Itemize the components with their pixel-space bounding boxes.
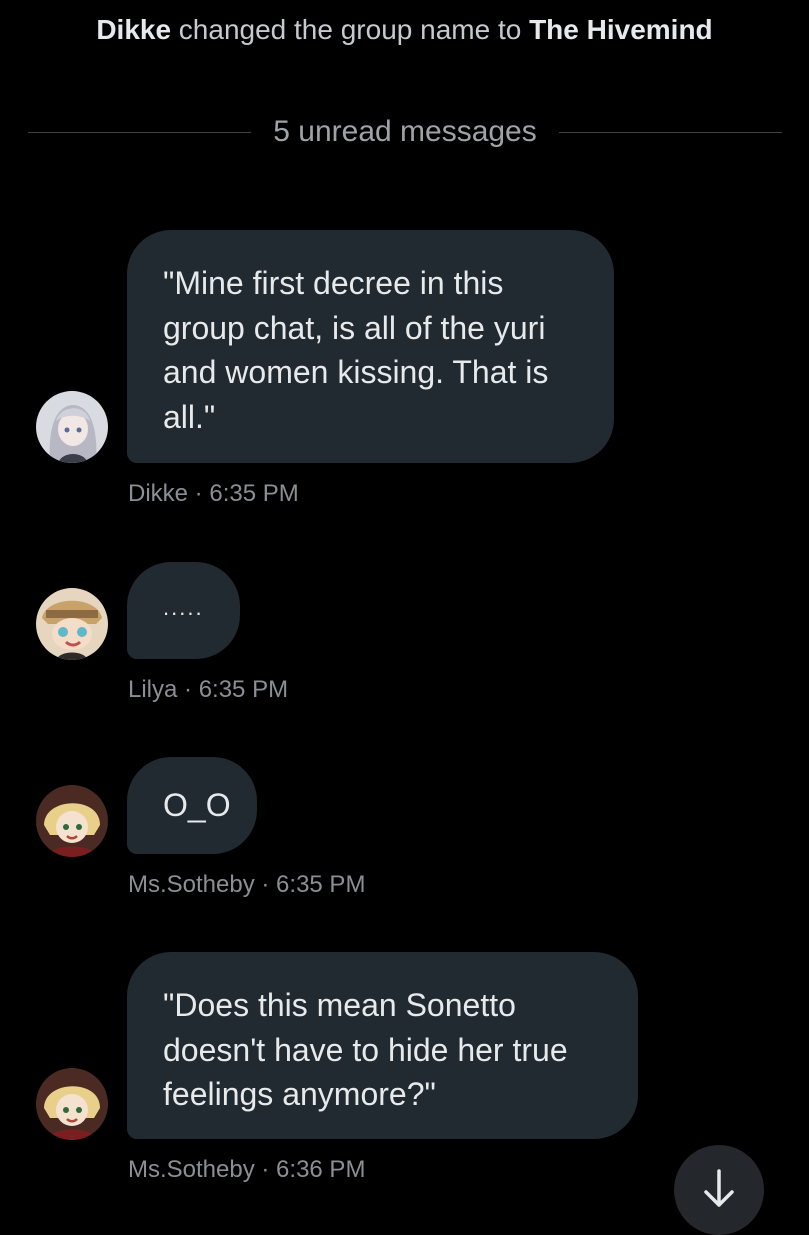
avatar-dikke[interactable] (36, 391, 108, 463)
message-bubble[interactable]: ..... (127, 562, 240, 659)
system-action: changed the group name to (171, 14, 530, 45)
message-bubble[interactable]: O_O (127, 757, 257, 854)
message-bubble[interactable]: "Does this mean Sonetto doesn't have to … (127, 952, 638, 1139)
message-text: "Mine first decree in this group chat, i… (163, 265, 549, 435)
message-meta: Dikke · 6:35 PM (128, 480, 299, 507)
message-text: ..... (163, 595, 204, 620)
message-meta: Ms.Sotheby · 6:35 PM (128, 871, 366, 898)
group-name-change-notice: Dikke changed the group name to The Hive… (0, 14, 809, 46)
arrow-down-icon (704, 1169, 734, 1207)
message-text: O_O (163, 787, 231, 823)
avatar-ms-sotheby[interactable] (36, 1068, 108, 1140)
divider-line-right (558, 131, 782, 133)
unread-divider: 5 unread messages (28, 112, 782, 152)
avatar-image (36, 391, 108, 463)
avatar-ms-sotheby[interactable] (36, 785, 108, 857)
message-bubble[interactable]: "Mine first decree in this group chat, i… (127, 230, 614, 463)
avatar-lilya[interactable] (36, 588, 108, 660)
avatar-image (36, 785, 108, 857)
avatar-image (36, 588, 108, 660)
divider-line-left (28, 131, 252, 133)
scroll-to-bottom-button[interactable] (674, 1145, 764, 1235)
message-meta: Lilya · 6:35 PM (128, 676, 289, 703)
unread-count-label: 5 unread messages (273, 115, 537, 148)
message-text: "Does this mean Sonetto doesn't have to … (163, 987, 568, 1112)
system-actor: Dikke (96, 14, 172, 45)
group-name: The Hivemind (529, 14, 713, 45)
message-meta: Ms.Sotheby · 6:36 PM (128, 1156, 366, 1183)
avatar-image (36, 1068, 108, 1140)
